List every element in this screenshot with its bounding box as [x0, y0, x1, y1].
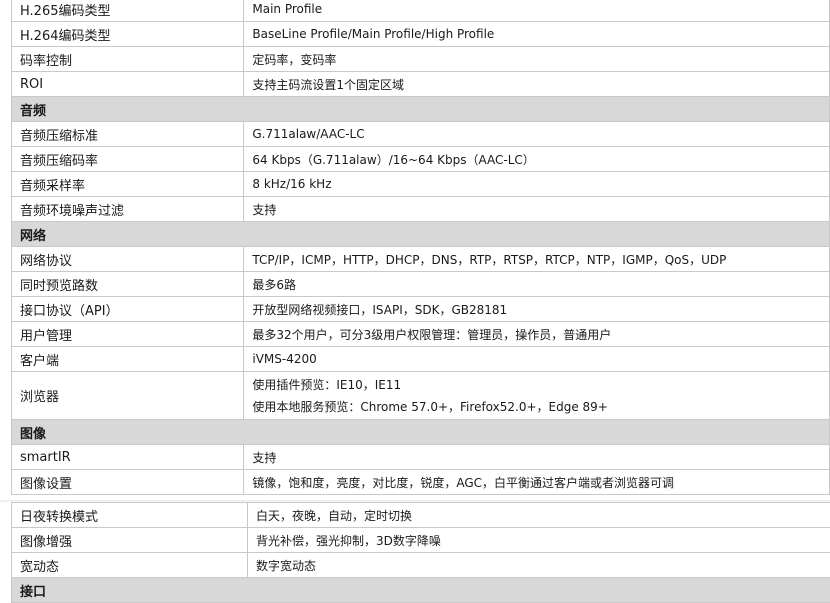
spec-value: 定码率，变码率: [244, 47, 830, 72]
spec-value-multiline: 使用插件预览：IE10，IE11使用本地服务预览：Chrome 57.0+，Fi…: [244, 372, 830, 420]
section-header-row: 网络: [12, 222, 830, 247]
spec-value: 最多32个用户，可分3级用户权限管理：管理员，操作员，普通用户: [244, 322, 830, 347]
spec-label: 图像设置: [12, 470, 244, 495]
spec-label: 接口协议（API）: [12, 297, 244, 322]
spec-label: 图像增强: [12, 528, 248, 553]
section-header-row: 接口: [12, 578, 830, 603]
spec-label: 音频压缩标准: [12, 122, 244, 147]
spec-value: 最多6路: [244, 272, 830, 297]
spec-label: 音频环境噪声过滤: [12, 197, 244, 222]
spec-row: 图像设置镜像，饱和度，亮度，对比度，锐度，AGC，白平衡通过客户端或者浏览器可调: [12, 470, 830, 495]
spec-value: Main Profile: [244, 0, 830, 22]
spec-row: 浏览器使用插件预览：IE10，IE11使用本地服务预览：Chrome 57.0+…: [12, 372, 830, 420]
spec-table-main: H.265编码类型Main ProfileH.264编码类型BaseLine P…: [11, 0, 830, 495]
spec-label: 宽动态: [12, 553, 248, 578]
spec-label: 浏览器: [12, 372, 244, 420]
spec-label: 客户端: [12, 347, 244, 372]
spec-value: BaseLine Profile/Main Profile/High Profi…: [244, 22, 830, 47]
spec-value-line: 使用插件预览：IE10，IE11: [252, 374, 829, 396]
spec-value: 64 Kbps（G.711alaw）/16~64 Kbps（AAC-LC）: [244, 147, 830, 172]
spec-value: 开放型网络视频接口，ISAPI，SDK，GB28181: [244, 297, 830, 322]
section-header-row: 音频: [12, 97, 830, 122]
spec-row: 日夜转换模式白天，夜晚，自动，定时切换: [12, 503, 830, 528]
spec-table-lower: 日夜转换模式白天，夜晚，自动，定时切换图像增强背光补偿，强光抑制，3D数字降噪宽…: [11, 502, 830, 603]
spec-row: smartIR支持: [12, 445, 830, 470]
spec-value: G.711alaw/AAC-LC: [244, 122, 830, 147]
spec-label: 音频采样率: [12, 172, 244, 197]
spec-row: 网络协议TCP/IP，ICMP，HTTP，DHCP，DNS，RTP，RTSP，R…: [12, 247, 830, 272]
spec-value: 镜像，饱和度，亮度，对比度，锐度，AGC，白平衡通过客户端或者浏览器可调: [244, 470, 830, 495]
spec-row: H.264编码类型BaseLine Profile/Main Profile/H…: [12, 22, 830, 47]
spec-row: 音频环境噪声过滤支持: [12, 197, 830, 222]
spec-value: 数字宽动态: [248, 553, 830, 578]
spec-label: 用户管理: [12, 322, 244, 347]
section-title: 接口: [12, 578, 830, 603]
spec-row: 音频压缩码率64 Kbps（G.711alaw）/16~64 Kbps（AAC-…: [12, 147, 830, 172]
spec-label: H.265编码类型: [12, 0, 244, 22]
spec-value: 支持: [244, 197, 830, 222]
spec-row: 码率控制定码率，变码率: [12, 47, 830, 72]
spec-value: 背光补偿，强光抑制，3D数字降噪: [248, 528, 830, 553]
spec-value-line: 使用本地服务预览：Chrome 57.0+，Firefox52.0+，Edge …: [252, 396, 829, 418]
spec-label: smartIR: [12, 445, 244, 470]
spec-row: H.265编码类型Main Profile: [12, 0, 830, 22]
spec-row: 同时预览路数最多6路: [12, 272, 830, 297]
section-title: 音频: [12, 97, 830, 122]
section-title: 网络: [12, 222, 830, 247]
spec-value: 支持: [244, 445, 830, 470]
spec-row: 接口协议（API）开放型网络视频接口，ISAPI，SDK，GB28181: [12, 297, 830, 322]
section-header-row: 图像: [12, 420, 830, 445]
spec-row: 图像增强背光补偿，强光抑制，3D数字降噪: [12, 528, 830, 553]
spec-row: 客户端iVMS-4200: [12, 347, 830, 372]
spec-row: 宽动态数字宽动态: [12, 553, 830, 578]
spec-value: 白天，夜晚，自动，定时切换: [248, 503, 830, 528]
spec-row: 音频压缩标准G.711alaw/AAC-LC: [12, 122, 830, 147]
spec-label: H.264编码类型: [12, 22, 244, 47]
spec-label: 码率控制: [12, 47, 244, 72]
spec-label: 同时预览路数: [12, 272, 244, 297]
spec-row: ROI支持主码流设置1个固定区域: [12, 72, 830, 97]
spec-row: 用户管理最多32个用户，可分3级用户权限管理：管理员，操作员，普通用户: [12, 322, 830, 347]
spec-value: TCP/IP，ICMP，HTTP，DHCP，DNS，RTP，RTSP，RTCP，…: [244, 247, 830, 272]
spec-label: 日夜转换模式: [12, 503, 248, 528]
spec-row: 音频采样率8 kHz/16 kHz: [12, 172, 830, 197]
spec-label: 网络协议: [12, 247, 244, 272]
spec-value: 支持主码流设置1个固定区域: [244, 72, 830, 97]
spec-value: iVMS-4200: [244, 347, 830, 372]
section-title: 图像: [12, 420, 830, 445]
spec-label: 音频压缩码率: [12, 147, 244, 172]
spec-value: 8 kHz/16 kHz: [244, 172, 830, 197]
spec-label: ROI: [12, 72, 244, 97]
